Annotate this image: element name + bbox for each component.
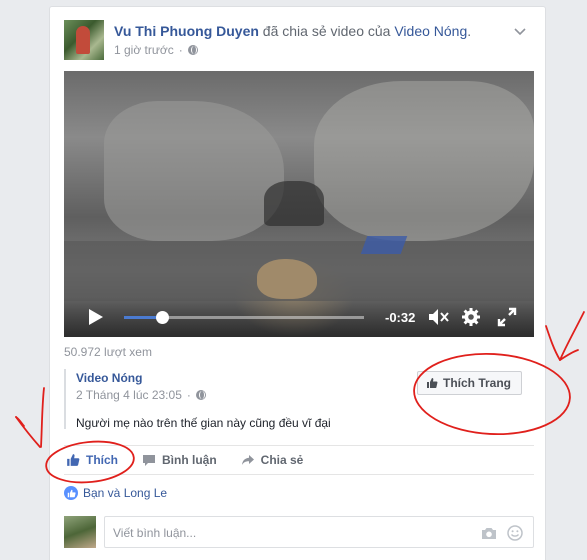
video-time-remaining: -0:32	[385, 310, 416, 325]
annotation-arrow-right	[559, 311, 585, 361]
globe-icon	[195, 390, 206, 400]
mute-icon[interactable]	[428, 308, 450, 326]
share-button[interactable]: Chia sẻ	[241, 453, 304, 467]
gear-icon[interactable]	[461, 307, 481, 327]
comment-label: Bình luận	[162, 453, 217, 467]
like-reaction-icon	[64, 486, 78, 500]
page-link[interactable]: Video Nóng	[394, 23, 467, 39]
news-feed-post: Vu Thi Phuong Duyen đã chia sẻ video của…	[49, 6, 546, 560]
video-player[interactable]: -0:32	[64, 71, 534, 337]
view-count: 50.972 lượt xem	[64, 345, 152, 359]
emoji-icon[interactable]	[507, 525, 523, 541]
commenter-avatar[interactable]	[64, 516, 96, 548]
shared-quote-bar	[64, 369, 66, 429]
shared-date[interactable]: 2 Tháng 4 lúc 23:05	[76, 388, 182, 402]
share-icon	[241, 455, 254, 465]
like-label: Thích	[86, 453, 118, 467]
shared-attachment: Video Nóng 2 Tháng 4 lúc 23:05 · Người m…	[64, 369, 534, 439]
post-action-text: đã chia sẻ video của	[258, 23, 395, 39]
comment-input[interactable]: Viết bình luận...	[104, 516, 534, 548]
post-title: Vu Thi Phuong Duyen đã chia sẻ video của…	[114, 23, 471, 39]
author-avatar[interactable]	[64, 20, 104, 60]
video-progress-bar[interactable]	[124, 311, 364, 324]
like-page-button[interactable]: Thích Trang	[416, 371, 522, 395]
video-controls: -0:32	[64, 297, 534, 337]
comment-composer: Viết bình luận...	[64, 514, 534, 550]
post-action-bar: Thích Bình luận Chia sẻ	[64, 445, 534, 475]
like-button[interactable]: Thích	[66, 453, 118, 467]
shared-page-name[interactable]: Video Nóng	[76, 371, 142, 385]
thumbs-up-icon	[426, 378, 438, 388]
shared-post-text: Người mẹ nào trên thế gian này cũng đều …	[76, 416, 331, 430]
video-progress-knob[interactable]	[156, 311, 170, 324]
reactions-text: Bạn và Long Le	[83, 486, 168, 500]
comment-icon	[143, 454, 155, 466]
video-frame-bear	[257, 259, 317, 299]
post-meta: 1 giờ trước ·	[114, 43, 198, 57]
reactions-summary[interactable]: Bạn và Long Le	[64, 486, 167, 500]
post-header: Vu Thi Phuong Duyen đã chia sẻ video của…	[64, 20, 533, 64]
comment-placeholder: Viết bình luận...	[113, 526, 197, 540]
post-meta-separator: ·	[178, 43, 183, 57]
globe-icon[interactable]	[187, 45, 198, 55]
chevron-down-icon[interactable]	[513, 24, 527, 38]
post-timestamp[interactable]: 1 giờ trước	[114, 43, 174, 57]
comment-button[interactable]: Bình luận	[142, 453, 217, 467]
post-title-period: .	[467, 23, 472, 39]
share-label: Chia sẻ	[260, 453, 304, 467]
annotation-arrow-left	[15, 416, 41, 448]
like-page-label: Thích Trang	[442, 376, 511, 390]
author-name-link[interactable]: Vu Thi Phuong Duyen	[114, 23, 259, 39]
camera-icon[interactable]	[481, 526, 497, 540]
thumbs-up-icon	[67, 454, 80, 466]
shared-meta: 2 Tháng 4 lúc 23:05 ·	[76, 388, 206, 402]
fullscreen-icon[interactable]	[497, 307, 517, 327]
shared-separator: ·	[186, 388, 191, 402]
play-icon[interactable]	[88, 308, 104, 326]
